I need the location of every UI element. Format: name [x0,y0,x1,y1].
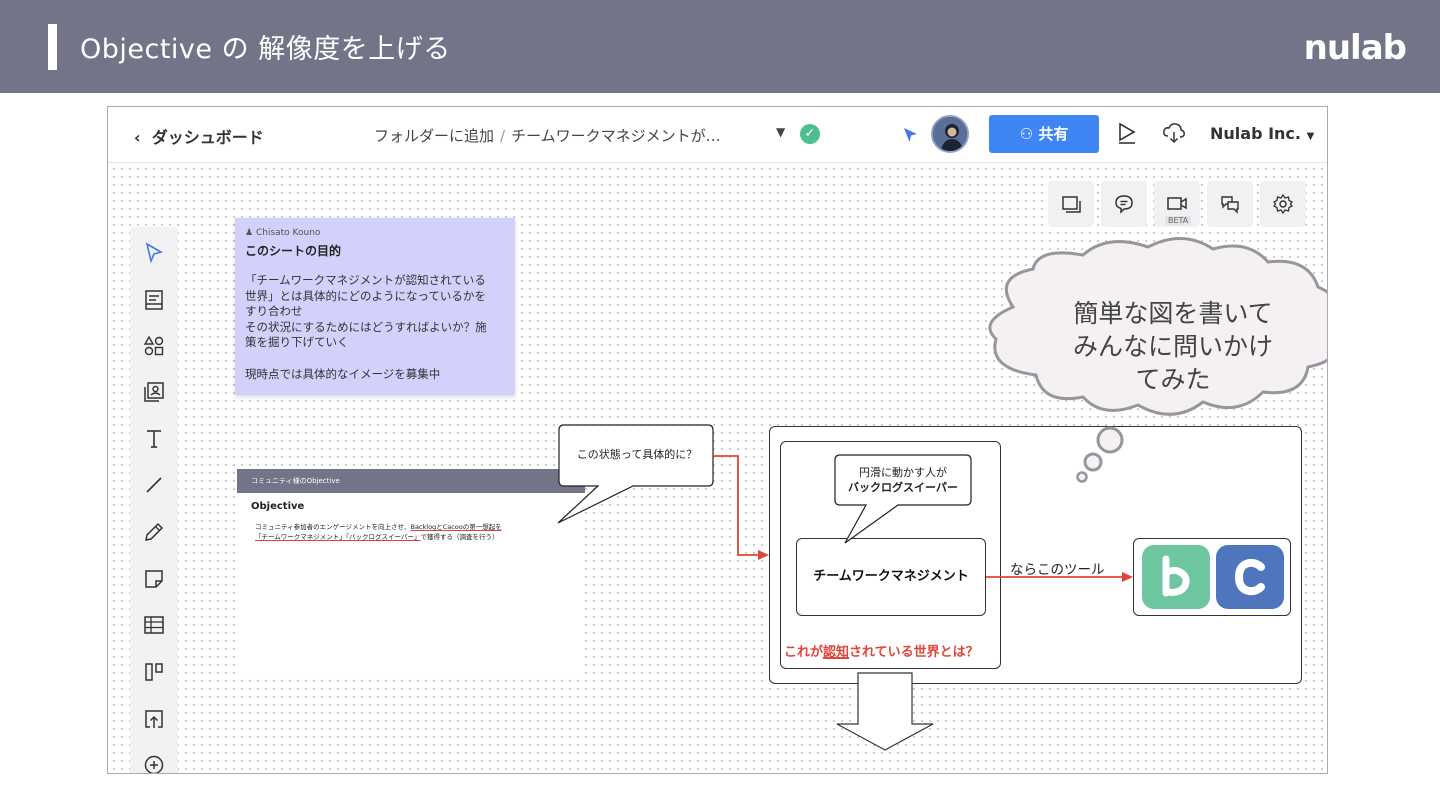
cursor-share-icon[interactable] [902,126,920,144]
org-menu[interactable]: Nulab Inc. ▼ [1210,124,1314,143]
sticky-author: ♟ Chisato Kouno [245,228,505,238]
title-accent-bar [48,24,57,70]
back-label: ダッシュボード [151,128,264,147]
purpose-sticky-note[interactable]: ♟ Chisato Kouno このシートの目的 「チームワークマネジメントが認… [235,218,515,395]
user-icon: ♟ [245,228,254,238]
question-callout-text[interactable]: この状態って具体的に？ [560,425,714,485]
objective-text-underlined: BacklogとCacooの第一想起を [410,523,502,531]
sticky-heading: このシートの目的 [245,244,342,258]
beta-badge: BETA [1165,216,1192,225]
arrowhead-icon [758,550,769,560]
sticky-line: その状況にするためにはどうすればよいか？施 [245,319,487,334]
sticky-body: 「チームワークマネジメントが認知されている 世界」とは具体的にどのようになってい… [245,273,505,351]
recognition-emphasis: 認知 [823,645,850,660]
caret-down-icon: ▼ [1306,131,1315,142]
sticky-line: 世界」とは具体的にどのようになっているかを [245,288,486,303]
recognition-suffix: されている世界とは？ [849,645,979,660]
arrow-label[interactable]: ならこのツール [1010,558,1105,578]
objective-text: で獲得する（調査を行う） [420,533,499,541]
template-icon[interactable] [142,288,166,312]
chevron-left-icon: ‹ [134,128,141,147]
chat-button[interactable] [1207,181,1253,227]
breadcrumb: フォルダーに追加 / チームワークマネジメントが… [374,125,721,146]
objective-card-text: コミュニティ参加者のエンゲージメントを向上させ、BacklogとCacooの第一… [255,522,585,542]
objective-text-underlined: 「チームワークマネジメント」「バックログスイーパー」 [255,533,421,541]
comment-icon [1115,195,1133,214]
breadcrumb-separator: / [500,127,506,145]
teamwork-management-box[interactable]: チームワークマネジメント [796,538,986,616]
backlog-logo-icon [1142,545,1210,609]
recognition-prefix: これが [784,645,824,660]
author-name: Chisato Kouno [255,228,321,238]
text-icon[interactable] [142,427,166,451]
saved-check-icon: ✓ [800,124,820,144]
cloud-download-icon[interactable] [1162,121,1186,145]
cacoo-screenshot: ‹ ダッシュボード フォルダーに追加 / チームワークマネジメントが… ▼ ✓ ⚇ … [107,106,1328,774]
thought-bubble-text[interactable]: 簡単な図を書いて みんなに問いかけ てみた [1028,297,1318,396]
cacoo-logo-icon [1216,545,1284,609]
sticky-line: 「チームワークマネジメントが認知されている [245,273,486,287]
back-to-dashboard-link[interactable]: ‹ ダッシュボード [134,124,264,148]
video-icon [1167,197,1187,210]
sticky-footer: 現時点では具体的なイメージを募集中 [245,366,441,381]
objective-card-title: Objective [251,501,305,512]
share-label: 共有 [1038,125,1069,143]
objective-card[interactable]: コミュニティ様のObjective Objective コミュニティ参加者のエン… [235,469,585,679]
callout-line: バックログスイーパー [848,481,958,494]
slide-header: Objective の 解像度を上げる nulab [0,0,1440,93]
sticky-line: 策を掘り下げていく [245,335,349,349]
video-button[interactable]: BETA [1154,181,1200,227]
down-arrow-shape [836,672,934,751]
thought-line: てみた [1135,365,1211,394]
image-icon[interactable] [142,380,166,404]
kanban-icon[interactable] [142,660,166,684]
thought-line: 簡単な図を書いて [1073,299,1273,328]
table-icon[interactable] [142,613,166,637]
shapes-icon[interactable] [142,334,166,358]
sticky-note-icon[interactable] [142,567,166,591]
comment-button[interactable] [1101,181,1147,227]
left-toolbar [130,227,178,774]
brand-logo: nulab [1303,28,1407,68]
share-button[interactable]: ⚇ 共有 [989,115,1099,153]
select-icon[interactable] [142,241,166,265]
more-icon[interactable] [142,753,166,774]
users-icon: ⚇ [1019,125,1034,143]
app-topbar: ‹ ダッシュボード フォルダーに追加 / チームワークマネジメントが… ▼ ✓ ⚇ … [108,107,1327,163]
gear-icon [1273,193,1293,215]
slide-title: Objective の 解像度を上げる [80,34,451,65]
objective-card-header: コミュニティ様のObjective [235,469,585,493]
pen-icon[interactable] [142,520,166,544]
avatar[interactable] [931,115,969,153]
recognition-question[interactable]: これが認知されている世界とは？ [784,641,979,660]
layers-icon [1062,196,1081,213]
caret-down-icon[interactable]: ▼ [776,125,785,139]
sticky-line: すり合わせ [245,304,303,318]
people-callout-text[interactable]: 円滑に動かす人が バックログスイーパー [836,457,970,505]
callout-line: 円滑に動かす人が [859,466,947,479]
chat-icon [1221,196,1239,214]
document-title[interactable]: チームワークマネジメントが… [511,127,721,145]
thought-line: みんなに問いかけ [1072,332,1273,361]
layers-button[interactable] [1048,181,1094,227]
present-play-icon[interactable] [1116,121,1138,145]
red-connector-arrow [713,455,760,556]
objective-text: コミュニティ参加者のエンゲージメントを向上させ、 [255,523,411,531]
upload-icon[interactable] [142,707,166,731]
line-icon[interactable] [142,473,166,497]
org-label: Nulab Inc. [1210,124,1301,143]
tools-box[interactable] [1133,538,1291,616]
add-to-folder-link[interactable]: フォルダーに追加 [374,127,494,145]
settings-button[interactable] [1260,181,1306,227]
